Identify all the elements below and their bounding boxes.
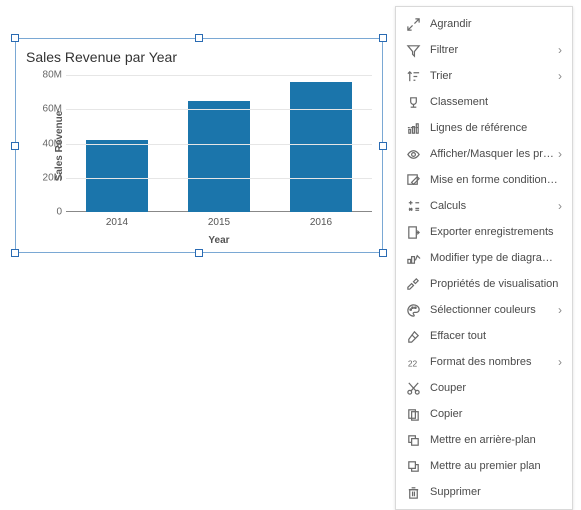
chart-xtick: 2014 (106, 217, 128, 228)
calc-icon (404, 197, 422, 215)
numfmt-icon: 22 (404, 353, 422, 371)
palette-icon (404, 301, 422, 319)
chart-ytick: 20M (32, 172, 62, 183)
chart-ytick: 0 (32, 207, 62, 218)
resize-handle[interactable] (11, 142, 19, 150)
chart-gridline (66, 75, 372, 76)
chevron-right-icon: › (558, 43, 562, 57)
menu-item[interactable]: Exporter enregistrements (396, 219, 572, 245)
chart-ytick: 60M (32, 104, 62, 115)
menu-item-label: Propriétés de visualisation (430, 278, 562, 290)
menu-item[interactable]: Couper (396, 375, 572, 401)
menu-item[interactable]: Trier› (396, 63, 572, 89)
menu-item[interactable]: Copier (396, 401, 572, 427)
svg-text:22: 22 (407, 358, 417, 368)
menu-item-label: Mettre en arrière-plan (430, 434, 562, 446)
menu-item-label: Copier (430, 408, 562, 420)
chart-xtick: 2016 (310, 217, 332, 228)
resize-handle[interactable] (379, 34, 387, 42)
rank-icon (404, 93, 422, 111)
chart-gridline (66, 144, 372, 145)
menu-item-label: Mettre au premier plan (430, 460, 562, 472)
menu-item[interactable]: Classement (396, 89, 572, 115)
menu-item-label: Filtrer (430, 44, 558, 56)
chart-panel[interactable]: Sales Revenue par Year Sales Revenue 020… (15, 38, 383, 253)
chart-bar[interactable] (188, 101, 250, 212)
chart-xticks: 2014 2015 2016 (66, 217, 372, 228)
chart-ytick: 80M (32, 70, 62, 81)
menu-item[interactable]: Effacer tout (396, 323, 572, 349)
export-icon (404, 223, 422, 241)
menu-item[interactable]: Supprimer (396, 479, 572, 505)
charttype-icon (404, 249, 422, 267)
trash-icon (404, 483, 422, 501)
context-menu: AgrandirFiltrer›Trier›ClassementLignes d… (395, 6, 573, 510)
menu-item-label: Format des nombres (430, 356, 558, 368)
resize-handle[interactable] (11, 249, 19, 257)
menu-item[interactable]: Propriétés de visualisation (396, 271, 572, 297)
chevron-right-icon: › (558, 355, 562, 369)
menu-item[interactable]: Filtrer› (396, 37, 572, 63)
menu-item[interactable]: Afficher/Masquer les propriétés› (396, 141, 572, 167)
menu-item-label: Supprimer (430, 486, 562, 498)
menu-item[interactable]: Mettre au premier plan (396, 453, 572, 479)
menu-item[interactable]: Agrandir (396, 11, 572, 37)
chart-plot-area: 020M40M60M80M (66, 75, 372, 212)
menu-item-label: Afficher/Masquer les propriétés (430, 148, 558, 160)
eye-icon (404, 145, 422, 163)
resize-handle[interactable] (195, 34, 203, 42)
menu-item[interactable]: Sélectionner couleurs› (396, 297, 572, 323)
sort-icon (404, 67, 422, 85)
expand-icon (404, 15, 422, 33)
menu-item-label: Lignes de référence (430, 122, 562, 134)
refline-icon (404, 119, 422, 137)
chart-ytick: 40M (32, 138, 62, 149)
menu-item-label: Classement (430, 96, 562, 108)
copy-icon (404, 405, 422, 423)
menu-item[interactable]: Calculs› (396, 193, 572, 219)
chart-gridline (66, 178, 372, 179)
condfmt-icon (404, 171, 422, 189)
chart-title: Sales Revenue par Year (16, 39, 382, 65)
resize-handle[interactable] (379, 249, 387, 257)
menu-item-label: Effacer tout (430, 330, 562, 342)
menu-item[interactable]: 22 Format des nombres› (396, 349, 572, 375)
chevron-right-icon: › (558, 303, 562, 317)
chart-xtick: 2015 (208, 217, 230, 228)
eraser-icon (404, 327, 422, 345)
menu-item-label: Agrandir (430, 18, 562, 30)
menu-item-label: Sélectionner couleurs (430, 304, 558, 316)
resize-handle[interactable] (195, 249, 203, 257)
cut-icon (404, 379, 422, 397)
bringfront-icon (404, 457, 422, 475)
menu-item-label: Couper (430, 382, 562, 394)
filter-icon (404, 41, 422, 59)
menu-item-label: Modifier type de diagramme (430, 252, 562, 264)
chevron-right-icon: › (558, 147, 562, 161)
menu-item-label: Calculs (430, 200, 558, 212)
chart-bar[interactable] (86, 140, 148, 212)
chart-xlabel: Year (66, 235, 372, 246)
props-icon (404, 275, 422, 293)
menu-item-label: Trier (430, 70, 558, 82)
sendback-icon (404, 431, 422, 449)
menu-item[interactable]: Mise en forme conditionnelle (396, 167, 572, 193)
chart-bar[interactable] (290, 82, 352, 212)
menu-item-label: Mise en forme conditionnelle (430, 174, 562, 186)
chevron-right-icon: › (558, 69, 562, 83)
menu-item[interactable]: Lignes de référence (396, 115, 572, 141)
resize-handle[interactable] (11, 34, 19, 42)
menu-item[interactable]: Modifier type de diagramme (396, 245, 572, 271)
menu-item-label: Exporter enregistrements (430, 226, 562, 238)
menu-item[interactable]: Mettre en arrière-plan (396, 427, 572, 453)
chart-gridline (66, 109, 372, 110)
resize-handle[interactable] (379, 142, 387, 150)
chevron-right-icon: › (558, 199, 562, 213)
